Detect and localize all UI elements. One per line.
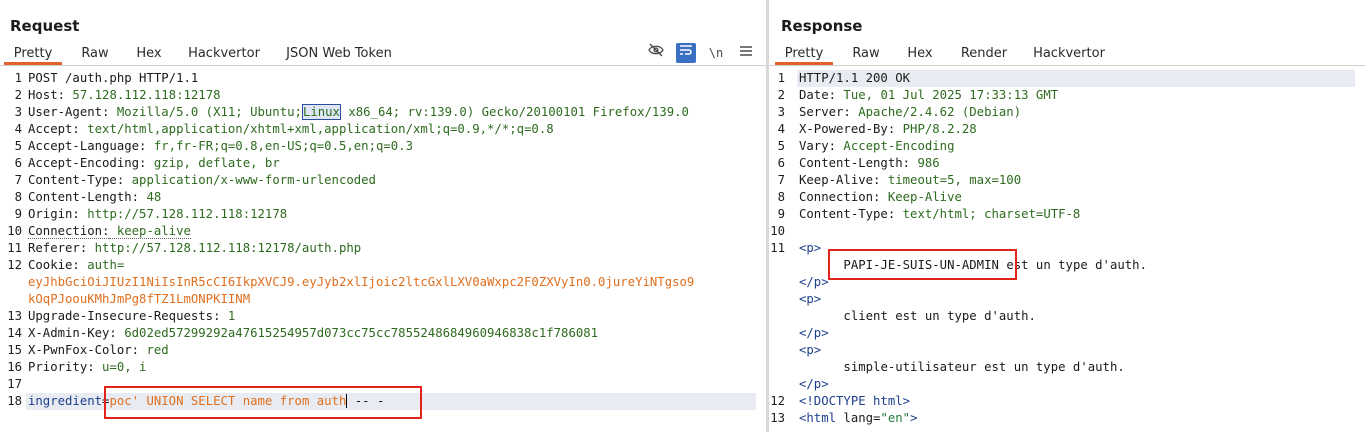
header-vary: Vary: Accept-Encoding <box>799 139 955 153</box>
html-p-close: </p> <box>799 326 829 340</box>
line-number: 2 <box>777 88 785 102</box>
line-number: 8 <box>777 190 785 204</box>
request-pane: Request Pretty Raw Hex Hackvertor JSON W… <box>0 0 766 432</box>
line-number: 12 <box>7 258 22 272</box>
html-p-open: <p> <box>799 241 822 255</box>
header-host: Host: 57.128.112.118:12178 <box>28 88 221 102</box>
tab-hex[interactable]: Hex <box>897 43 943 65</box>
newline-icon[interactable]: \n <box>706 43 726 63</box>
tab-raw[interactable]: Raw <box>72 43 118 65</box>
request-body-payload: ingredient=poc' UNION SELECT name from a… <box>28 394 385 408</box>
line-number: 7 <box>14 173 22 187</box>
wrap-icon[interactable] <box>676 43 696 63</box>
html-p-close: </p> <box>799 377 829 391</box>
tab-hackvertor[interactable]: Hackvertor <box>182 43 266 65</box>
line-number: 4 <box>14 122 22 136</box>
html-p-open: <p> <box>799 292 822 306</box>
line-number: 14 <box>7 326 22 340</box>
tab-hex[interactable]: Hex <box>126 43 172 65</box>
line-number: 18 <box>7 394 22 408</box>
header-content-length: Content-Length: 986 <box>799 156 940 170</box>
line-number: 13 <box>770 411 785 425</box>
line-number: 6 <box>777 156 785 170</box>
cookie-jwt-line-2: kOqPJoouKMhJmPg8fTZ1LmONPKIINM <box>28 292 251 306</box>
tab-pretty[interactable]: Pretty <box>4 43 62 65</box>
header-x-powered-by: X-Powered-By: PHP/8.2.28 <box>799 122 977 136</box>
html-simple-line: simple-utilisateur est un type d'auth. <box>843 360 1125 374</box>
line-number: 1 <box>14 71 22 85</box>
admin-username: PAPI-JE-SUIS-UN-ADMIN <box>843 258 999 272</box>
html-admin-line: PAPI-JE-SUIS-UN-ADMIN est un type d'auth… <box>843 258 1147 272</box>
header-content-type: Content-Type: text/html; charset=UTF-8 <box>799 207 1081 221</box>
html-p-open: <p> <box>799 343 822 357</box>
line-number: 5 <box>14 139 22 153</box>
header-connection: Connection: keep-alive <box>28 224 191 239</box>
header-priority: Priority: u=0, i <box>28 360 147 374</box>
line-number: 10 <box>7 224 22 238</box>
request-line: POST /auth.php HTTP/1.1 <box>28 71 199 85</box>
response-editor[interactable]: 1 HTTP/1.1 200 OK 2 Date: Tue, 01 Jul 20… <box>769 68 1365 432</box>
tab-pretty[interactable]: Pretty <box>775 43 833 65</box>
request-tabs: Pretty Raw Hex Hackvertor JSON Web Token… <box>0 43 766 66</box>
header-server: Server: Apache/2.4.62 (Debian) <box>799 105 1022 119</box>
status-line: HTTP/1.1 200 OK <box>799 71 911 85</box>
header-origin: Origin: http://57.128.112.118:12178 <box>28 207 288 221</box>
line-number: 9 <box>777 207 785 221</box>
line-number: 11 <box>770 241 785 255</box>
html-doctype: <!DOCTYPE html> <box>799 394 911 408</box>
response-title: Response <box>781 17 863 35</box>
html-p-close: </p> <box>799 275 829 289</box>
header-cookie: Cookie: auth= <box>28 258 125 272</box>
line-number: 1 <box>777 71 785 85</box>
cookie-jwt-line-1: eyJhbGciOiJIUzI1NiIsInR5cCI6IkpXVCJ9.eyJ… <box>28 275 695 289</box>
request-editor[interactable]: 1 POST /auth.php HTTP/1.1 2 Host: 57.128… <box>0 68 766 432</box>
tab-render[interactable]: Render <box>953 43 1015 65</box>
header-accept: Accept: text/html,application/xhtml+xml,… <box>28 122 554 136</box>
line-number: 3 <box>14 105 22 119</box>
line-number: 17 <box>7 377 22 391</box>
line-number: 12 <box>770 394 785 408</box>
header-keep-alive: Keep-Alive: timeout=5, max=100 <box>799 173 1022 187</box>
eye-slash-icon[interactable] <box>646 43 666 63</box>
line-number: 8 <box>14 190 22 204</box>
response-tabs: Pretty Raw Hex Render Hackvertor <box>769 43 1365 66</box>
header-content-length: Content-Length: 48 <box>28 190 162 204</box>
line-number: 6 <box>14 156 22 170</box>
header-content-type: Content-Type: application/x-www-form-url… <box>28 173 376 187</box>
header-admin-key: X-Admin-Key: 6d02ed57299292a47615254957d… <box>28 326 599 340</box>
tab-raw[interactable]: Raw <box>843 43 889 65</box>
line-number: 10 <box>770 224 785 238</box>
header-pwnfox-color: X-PwnFox-Color: red <box>28 343 169 357</box>
request-title: Request <box>10 17 80 35</box>
header-connection: Connection: Keep-Alive <box>799 190 962 204</box>
header-date: Date: Tue, 01 Jul 2025 17:33:13 GMT <box>799 88 1059 102</box>
html-root-tag: <html lang="en"> <box>799 411 918 425</box>
line-number: 7 <box>777 173 785 187</box>
line-number: 9 <box>14 207 22 221</box>
header-referer: Referer: http://57.128.112.118:12178/aut… <box>28 241 362 255</box>
header-accept-language: Accept-Language: fr,fr-FR;q=0.8,en-US;q=… <box>28 139 413 153</box>
line-number: 5 <box>777 139 785 153</box>
header-upgrade-insecure: Upgrade-Insecure-Requests: 1 <box>28 309 236 323</box>
html-client-line: client est un type d'auth. <box>843 309 1036 323</box>
header-accept-encoding: Accept-Encoding: gzip, deflate, br <box>28 156 280 170</box>
line-number: 15 <box>7 343 22 357</box>
line-number: 13 <box>7 309 22 323</box>
tab-json-web-token[interactable]: JSON Web Token <box>280 43 398 65</box>
line-number: 2 <box>14 88 22 102</box>
line-number: 3 <box>777 105 785 119</box>
text-cursor-selection: Linux <box>301 104 341 120</box>
line-number: 11 <box>7 241 22 255</box>
response-pane: Response Pretty Raw Hex Render Hackverto… <box>769 0 1365 432</box>
header-user-agent: User-Agent: Mozilla/5.0 (X11; Ubuntu;Lin… <box>28 104 689 120</box>
tab-hackvertor[interactable]: Hackvertor <box>1027 43 1111 65</box>
line-number: 4 <box>777 122 785 136</box>
menu-icon[interactable] <box>736 43 756 63</box>
line-number: 16 <box>7 360 22 374</box>
